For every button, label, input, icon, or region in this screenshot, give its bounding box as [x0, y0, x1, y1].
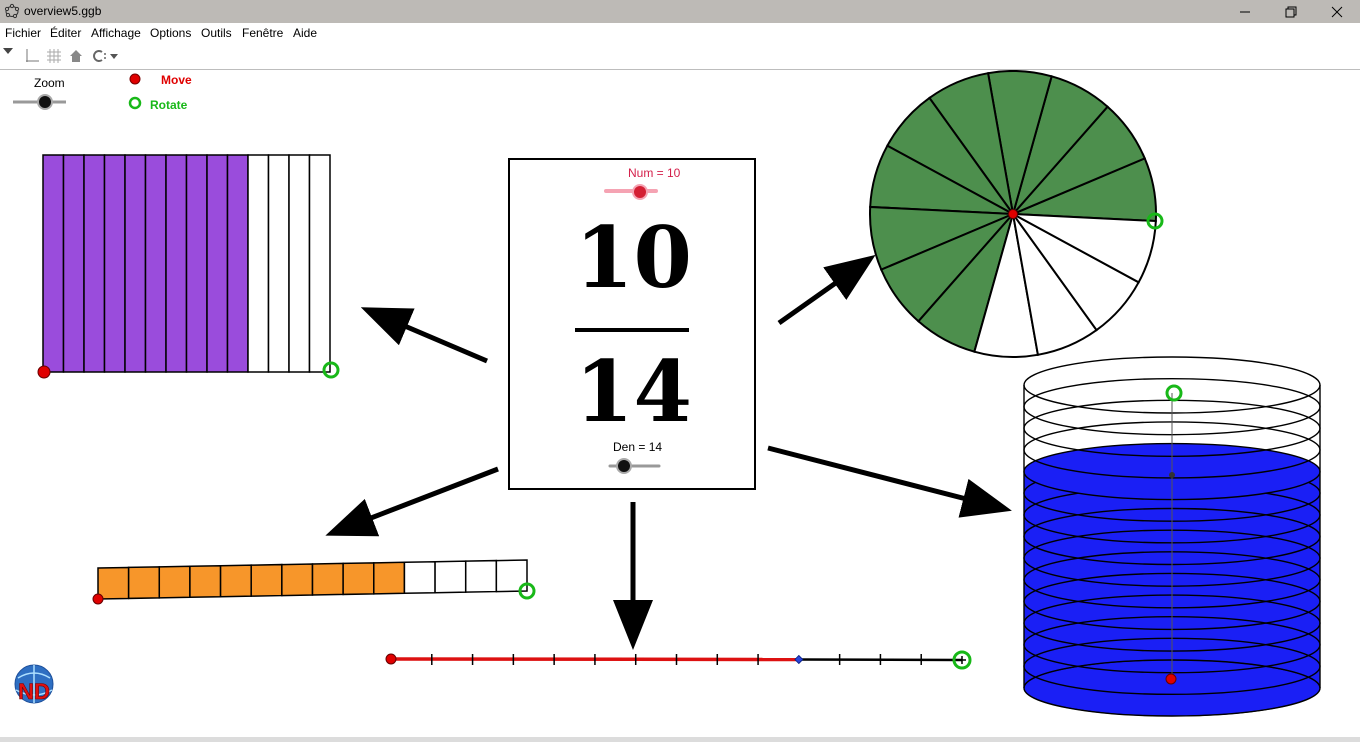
minimize-icon: [1240, 11, 1250, 12]
restore-button[interactable]: [1268, 0, 1314, 23]
rotate-legend-label: Rotate: [150, 98, 188, 112]
fraction-numerator: 10: [575, 208, 692, 307]
window-title: overview5.ggb: [24, 4, 102, 18]
fraction-denominator: 14: [575, 342, 692, 441]
area-model-move-handle[interactable]: [37, 365, 51, 379]
number-line-value-point[interactable]: [794, 654, 804, 665]
restore-icon: [1285, 6, 1297, 17]
title-bar: overview5.ggb: [0, 0, 1360, 23]
area-model: [42, 154, 331, 373]
arrow-to-circle-model: [777, 254, 876, 326]
arrow-to-area-model: [360, 307, 488, 364]
menu-outils[interactable]: Outils: [201, 26, 232, 40]
cylinder-rotate-handle[interactable]: [1165, 384, 1183, 402]
rotate-legend-point: [128, 96, 142, 110]
axes-toggle-icon[interactable]: [24, 48, 40, 64]
area-model-part: [267, 154, 290, 373]
area-model-part: [103, 154, 126, 373]
area-model-part: [42, 154, 65, 373]
arrow-to-cylinder-model: [767, 445, 1012, 518]
strip-part: [189, 564, 222, 599]
area-model-part: [185, 154, 208, 373]
area-model-part: [165, 154, 188, 373]
number-line: [390, 654, 963, 665]
nd-logo-text: ND: [18, 679, 50, 704]
move-legend-point: [129, 73, 141, 85]
status-strip: [0, 737, 1360, 742]
den-slider-label: Den = 14: [613, 440, 663, 454]
strip-part: [311, 562, 344, 596]
menu-affichage[interactable]: Affichage: [91, 26, 141, 40]
menu-fenetre[interactable]: Fenêtre: [242, 26, 283, 40]
arrow-to-strip-model: [325, 466, 499, 537]
zoom-label: Zoom: [34, 76, 65, 90]
circle-move-handle[interactable]: [1008, 209, 1018, 219]
geogebra-app-icon: [4, 3, 20, 19]
strip-part: [281, 563, 314, 597]
area-model-part: [308, 154, 331, 373]
close-button[interactable]: [1314, 0, 1360, 23]
strip-part: [97, 566, 130, 600]
strip-part: [158, 565, 191, 599]
area-model-part: [226, 154, 249, 373]
cylinder-level-point: [1169, 472, 1175, 478]
area-model-part: [62, 154, 85, 373]
strip-model: [97, 559, 528, 600]
close-icon: [1331, 6, 1343, 17]
perspective-dropdown-icon[interactable]: [3, 47, 13, 55]
den-slider-knob[interactable]: [616, 458, 632, 474]
grid-toggle-icon[interactable]: [46, 48, 62, 64]
menu-fichier[interactable]: Fichier: [5, 26, 41, 40]
num-slider-knob[interactable]: [632, 184, 648, 200]
strip-part: [403, 560, 436, 595]
home-icon[interactable]: [68, 48, 84, 64]
strip-part: [434, 560, 467, 594]
area-model-part: [124, 154, 147, 373]
graphics-toolbar: [0, 44, 1360, 70]
minimize-button[interactable]: [1222, 0, 1268, 23]
nd-logo: ND: [14, 664, 54, 704]
strip-part: [464, 559, 498, 593]
cylinder-move-handle[interactable]: [1165, 673, 1177, 685]
move-legend-label: Move: [161, 73, 192, 87]
strip-part: [373, 561, 406, 595]
zoom-slider-knob[interactable]: [37, 94, 53, 110]
num-slider-label: Num = 10: [628, 166, 681, 180]
area-model-part: [83, 154, 106, 373]
menu-editer[interactable]: Éditer: [50, 26, 81, 40]
strip-part: [127, 566, 161, 600]
menu-bar: Fichier Éditer Affichage Options Outils …: [0, 23, 1360, 45]
strip-part: [250, 563, 283, 597]
area-model-part: [288, 154, 311, 373]
strip-part: [342, 562, 375, 596]
graphics-view[interactable]: ND Zoom Move Rotate Num = 10 Den = 14 10…: [0, 70, 1360, 742]
zoom-slider[interactable]: [13, 94, 66, 110]
area-model-part: [247, 154, 270, 373]
area-model-part: [206, 154, 229, 373]
menu-options[interactable]: Options: [150, 26, 191, 40]
menu-aide[interactable]: Aide: [293, 26, 317, 40]
strip-part: [219, 564, 252, 598]
area-model-part: [144, 154, 167, 373]
point-capture-dropdown-icon[interactable]: [91, 48, 121, 64]
number-line-move-handle[interactable]: [385, 653, 397, 665]
strip-move-handle[interactable]: [92, 593, 104, 605]
